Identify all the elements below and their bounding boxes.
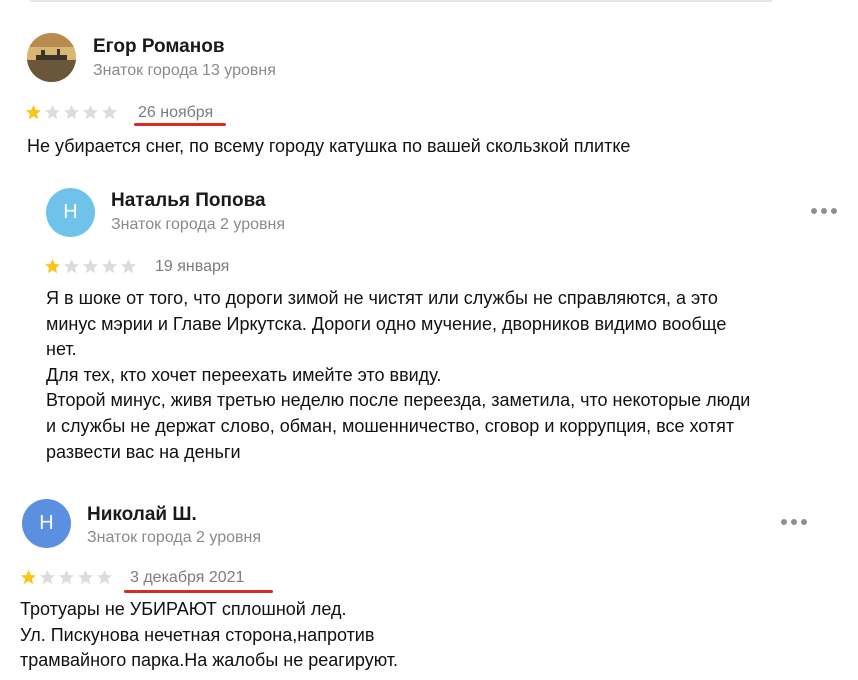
star-icon xyxy=(45,105,60,120)
review-text-line: трамвайного парка.На жалобы не реагируют… xyxy=(20,650,399,671)
star-icon xyxy=(21,570,36,585)
author-name[interactable]: Наталья Попова xyxy=(111,190,266,212)
review-text: Тротуары не УБИРАЮТ сплошной лед. Ул. Пис… xyxy=(20,597,398,674)
star-icon xyxy=(26,105,41,120)
review-text-line: и службы не держат слово, обман, мошенни… xyxy=(46,415,735,436)
rating-stars xyxy=(25,104,118,121)
star-icon xyxy=(45,259,60,274)
more-dots-icon xyxy=(831,208,837,214)
star-icon xyxy=(64,105,79,120)
review-text-line: Для тех, кто хочет переехать имейте это … xyxy=(46,364,442,385)
author-level: Знаток города 2 уровня xyxy=(87,529,262,546)
date-underline xyxy=(124,590,273,593)
rating-stars xyxy=(44,258,137,275)
top-divider xyxy=(30,0,772,2)
star-icon xyxy=(121,259,136,274)
review-text-line: Тротуары не УБИРАЮТ сплошной лед. xyxy=(20,599,347,619)
avatar[interactable]: Н xyxy=(46,188,95,237)
review-text-line: Я в шоке от того, что дороги зимой не чи… xyxy=(46,288,718,308)
more-button[interactable] xyxy=(781,517,809,527)
star-icon xyxy=(102,259,117,274)
review-text: Не убирается снег, по всему городу катуш… xyxy=(27,134,630,160)
star-icon xyxy=(97,570,112,585)
more-dots-icon xyxy=(811,208,817,214)
review-text-line: Не убирается снег, по всему городу катуш… xyxy=(27,136,631,156)
review-text-line: развести вас на деньги xyxy=(46,441,241,462)
star-icon xyxy=(102,105,117,120)
date-underline xyxy=(134,123,226,126)
more-dots-icon xyxy=(821,208,827,214)
author-level: Знаток города 13 уровня xyxy=(93,62,276,79)
star-icon xyxy=(78,570,93,585)
review-date: 26 ноября xyxy=(138,104,214,121)
author-level: Знаток города 2 уровня xyxy=(111,216,286,233)
avatar[interactable] xyxy=(27,33,76,82)
more-dots-icon xyxy=(801,519,807,525)
author-name[interactable]: Николай Ш. xyxy=(87,504,197,526)
more-dots-icon xyxy=(781,519,787,525)
review-date: 3 декабря 2021 xyxy=(130,569,245,586)
star-icon xyxy=(83,105,98,120)
review-text-line: нет. xyxy=(46,339,77,360)
avatar-photo-icon xyxy=(27,33,76,82)
review-text-line: Второй минус, живя третью неделю после п… xyxy=(46,390,751,411)
star-icon xyxy=(59,570,74,585)
more-dots-icon xyxy=(791,519,797,525)
rating-stars xyxy=(20,569,113,586)
star-icon xyxy=(64,259,79,274)
more-button[interactable] xyxy=(811,206,839,216)
review-date: 19 января xyxy=(155,258,230,275)
review-text-line: Ул. Пискунова нечетная сторона,напротив xyxy=(20,624,375,645)
star-icon xyxy=(83,259,98,274)
avatar[interactable]: Н xyxy=(22,499,71,548)
star-icon xyxy=(40,570,55,585)
review-text-line: минус мэрии и Главе Иркутска. Дороги одн… xyxy=(46,313,727,334)
author-name[interactable]: Егор Романов xyxy=(93,36,225,58)
review-text: Я в шоке от того, что дороги зимой не чи… xyxy=(46,286,750,465)
